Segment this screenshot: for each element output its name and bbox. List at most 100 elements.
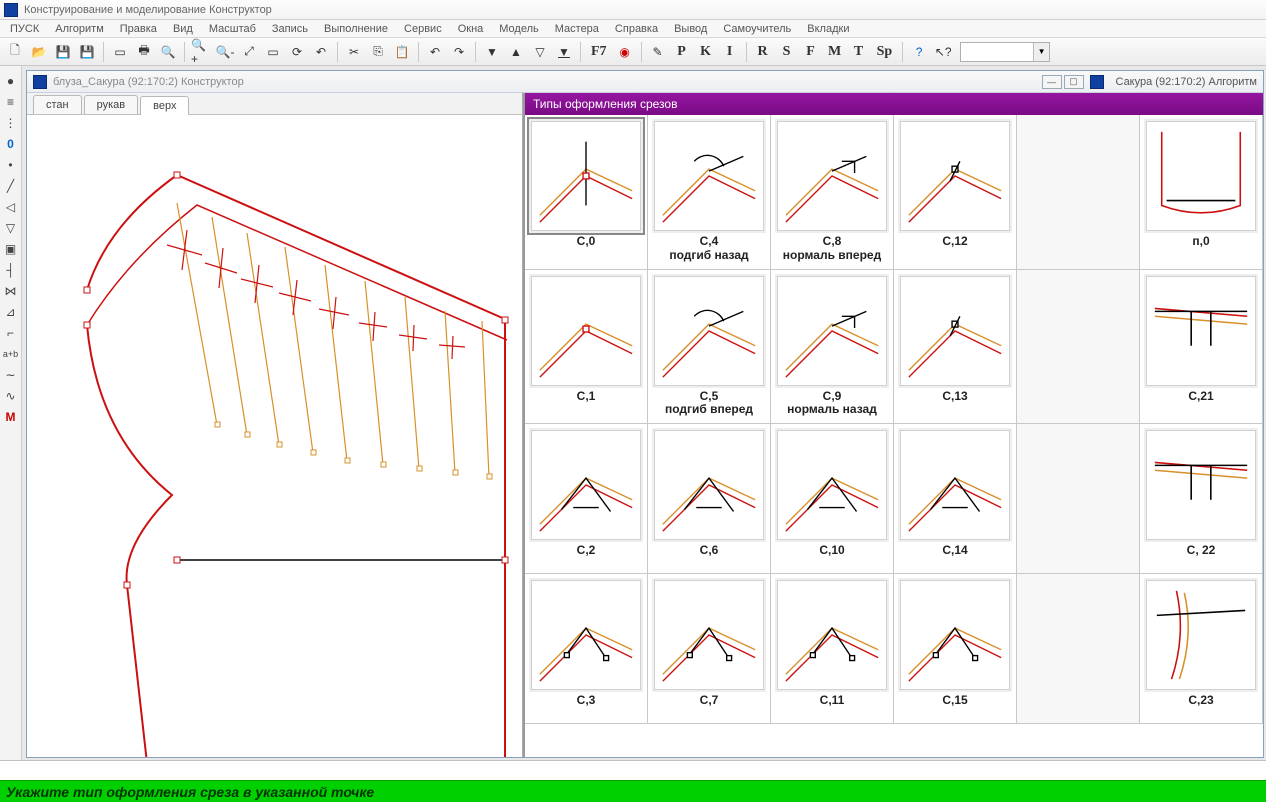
cut-type-cell-8[interactable]: С,9 нормаль назад — [771, 270, 894, 425]
new-doc-icon[interactable]: 🗋 — [4, 41, 26, 63]
vtool-8[interactable]: ▣ — [2, 240, 20, 258]
cut-type-cell-20[interactable]: С,11 — [771, 574, 894, 724]
zoom-fit-icon[interactable]: ⤢ — [238, 41, 260, 63]
cut-icon[interactable]: ✂ — [343, 41, 365, 63]
vtool-13[interactable]: a+b — [2, 345, 20, 363]
tab-стан[interactable]: стан — [33, 95, 82, 114]
pattern-canvas[interactable] — [27, 115, 522, 757]
f7-btn[interactable]: F7 — [586, 41, 612, 63]
cut-type-cell-4[interactable] — [1017, 115, 1140, 270]
i-btn[interactable]: I — [719, 41, 741, 63]
vtool-16[interactable]: M — [2, 408, 20, 426]
vtool-11[interactable]: ⊿ — [2, 303, 20, 321]
menu-мастера[interactable]: Мастера — [547, 21, 607, 37]
zoom-rect-icon[interactable]: ▭ — [262, 41, 284, 63]
zoom-prev-icon[interactable]: ↶ — [310, 41, 332, 63]
print-icon[interactable]: 🖶 — [133, 41, 155, 63]
page-icon[interactable]: ▭ — [109, 41, 131, 63]
cut-types-grid-scroll[interactable]: С,0 С,4 подгиб назад С,8 нормаль вперед … — [525, 115, 1263, 757]
menu-пуск[interactable]: ПУСК — [2, 21, 47, 37]
zoom-in-icon[interactable]: 🔍+ — [190, 41, 212, 63]
cut-type-cell-19[interactable]: С,7 — [648, 574, 771, 724]
vtool-9[interactable]: ┤ — [2, 261, 20, 279]
vtool-7[interactable]: ▽ — [2, 219, 20, 237]
vtool-5[interactable]: ╱ — [2, 177, 20, 195]
t-btn[interactable]: T — [848, 41, 870, 63]
vtool-3[interactable]: 0 — [2, 135, 20, 153]
vtool-12[interactable]: ⌐ — [2, 324, 20, 342]
cut-type-cell-11[interactable]: С,21 — [1140, 270, 1263, 425]
vtool-14[interactable]: ∼ — [2, 366, 20, 384]
cut-type-cell-23[interactable]: С,23 — [1140, 574, 1263, 724]
cut-type-cell-12[interactable]: С,2 — [525, 424, 648, 574]
cut-type-cell-7[interactable]: С,5 подгиб вперед — [648, 270, 771, 425]
r-btn[interactable]: R — [752, 41, 774, 63]
k-btn[interactable]: K — [695, 41, 717, 63]
menu-модель[interactable]: Модель — [491, 21, 546, 37]
document-titlebar[interactable]: блуза_Сакура (92:170:2) Конструктор — ▢ … — [27, 71, 1263, 93]
cut-type-cell-3[interactable]: С,12 — [894, 115, 1017, 270]
menu-вид[interactable]: Вид — [165, 21, 201, 37]
menu-вкладки[interactable]: Вкладки — [799, 21, 857, 37]
cut-type-cell-22[interactable] — [1017, 574, 1140, 724]
menu-сервис[interactable]: Сервис — [396, 21, 450, 37]
cut-type-cell-16[interactable] — [1017, 424, 1140, 574]
shape3-icon[interactable]: ▽ — [529, 41, 551, 63]
cut-type-cell-15[interactable]: С,14 — [894, 424, 1017, 574]
menu-запись[interactable]: Запись — [264, 21, 316, 37]
open-icon[interactable]: 📂 — [28, 41, 50, 63]
minimize-button[interactable]: — — [1042, 75, 1062, 89]
zoom-out-icon[interactable]: 🔍- — [214, 41, 236, 63]
zoom-100-icon[interactable]: ⟳ — [286, 41, 308, 63]
save-icon[interactable]: 💾 — [52, 41, 74, 63]
s-btn[interactable]: S — [776, 41, 798, 63]
menu-алгоритм[interactable]: Алгоритм — [47, 21, 112, 37]
cut-type-cell-5[interactable]: п,0 — [1140, 115, 1263, 270]
shape4-icon[interactable]: ▼ — [553, 41, 575, 63]
cut-type-cell-0[interactable]: С,0 — [525, 115, 648, 270]
command-input[interactable] — [0, 760, 1266, 780]
cut-type-cell-10[interactable] — [1017, 270, 1140, 425]
whatsthis-icon[interactable]: ↖? — [932, 41, 954, 63]
shape1-icon[interactable]: ▼ — [481, 41, 503, 63]
undo-icon[interactable]: ↶ — [424, 41, 446, 63]
sp-btn[interactable]: Sp — [872, 41, 898, 63]
cut-type-cell-18[interactable]: С,3 — [525, 574, 648, 724]
vtool-2[interactable]: ⋮ — [2, 114, 20, 132]
menu-правка[interactable]: Правка — [112, 21, 165, 37]
toolbar-combo[interactable]: ▼ — [960, 42, 1050, 62]
menu-выполнение[interactable]: Выполнение — [316, 21, 396, 37]
vtool-10[interactable]: ⋈ — [2, 282, 20, 300]
menu-масштаб[interactable]: Масштаб — [201, 21, 264, 37]
cut-type-cell-13[interactable]: С,6 — [648, 424, 771, 574]
vtool-6[interactable]: ◁ — [2, 198, 20, 216]
cut-type-cell-6[interactable]: С,1 — [525, 270, 648, 425]
cut-type-cell-17[interactable]: С, 22 — [1140, 424, 1263, 574]
maximize-button[interactable]: ▢ — [1064, 75, 1084, 89]
tab-верх[interactable]: верх — [140, 96, 189, 115]
vtool-0[interactable]: ● — [2, 72, 20, 90]
preview-icon[interactable]: 🔍 — [157, 41, 179, 63]
cut-type-cell-9[interactable]: С,13 — [894, 270, 1017, 425]
paste-icon[interactable]: 📋 — [391, 41, 413, 63]
redo-icon[interactable]: ↷ — [448, 41, 470, 63]
vtool-15[interactable]: ∿ — [2, 387, 20, 405]
vtool-4[interactable]: • — [2, 156, 20, 174]
cut-type-cell-2[interactable]: С,8 нормаль вперед — [771, 115, 894, 270]
copy-icon[interactable]: ⎘ — [367, 41, 389, 63]
menu-справка[interactable]: Справка — [607, 21, 666, 37]
vtool-1[interactable]: ≡ — [2, 93, 20, 111]
m-btn[interactable]: M — [824, 41, 846, 63]
p-btn[interactable]: P — [671, 41, 693, 63]
cut-type-cell-14[interactable]: С,10 — [771, 424, 894, 574]
menu-вывод[interactable]: Вывод — [666, 21, 715, 37]
help-icon[interactable]: ? — [908, 41, 930, 63]
save-all-icon[interactable]: 💾 — [76, 41, 98, 63]
stop-icon[interactable]: ◉ — [614, 41, 636, 63]
menu-самоучитель[interactable]: Самоучитель — [715, 21, 799, 37]
f-btn[interactable]: F — [800, 41, 822, 63]
cut-type-cell-21[interactable]: С,15 — [894, 574, 1017, 724]
tool-misc-icon[interactable]: ✎ — [647, 41, 669, 63]
cut-type-cell-1[interactable]: С,4 подгиб назад — [648, 115, 771, 270]
menu-окна[interactable]: Окна — [450, 21, 492, 37]
